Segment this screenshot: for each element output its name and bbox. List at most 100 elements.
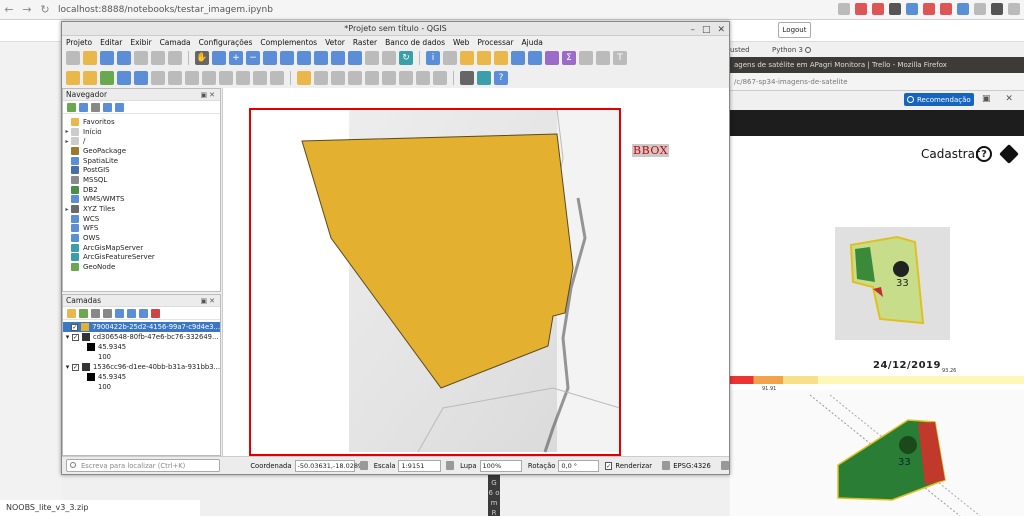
identify-icon[interactable]: i [426,51,440,65]
magnifier-field[interactable]: 100% [479,459,522,472]
action-icon[interactable] [443,51,457,65]
move-label-icon[interactable] [348,71,362,85]
zoom-layer-icon[interactable] [297,51,311,65]
pan-to-selection-icon[interactable] [212,51,226,65]
crs-icon[interactable] [662,461,671,470]
toggle-extents-icon[interactable] [359,461,368,470]
messages-icon[interactable] [720,461,729,470]
crs-label[interactable]: EPSG:4326 [673,462,711,470]
extension-icon[interactable] [889,3,901,15]
expand-arrow-icon[interactable]: ▸ [63,206,71,213]
coordinate-field[interactable]: -50.03631,-18.02899 [294,459,366,472]
expand-arrow-icon[interactable]: ▸ [63,138,71,145]
layer-item[interactable]: ▾ ✓ cd306548-80fb-47e6-bc76-332649... [63,332,220,342]
diagram-icon[interactable] [416,71,430,85]
navigator-item[interactable]: MSSQL [63,175,220,185]
navigator-item[interactable]: ArcGisMapServer [63,243,220,253]
layer-item[interactable]: ✓ 7900422b-25d2-4156-99a7-c9d4e3... [63,322,220,332]
new-project-icon[interactable] [66,51,80,65]
current-edits-icon[interactable] [66,71,80,85]
style-manager-icon[interactable] [168,51,182,65]
delete-selected-icon[interactable] [185,71,199,85]
layer-style-icon[interactable] [67,308,76,318]
toggle-editing-icon[interactable] [83,71,97,85]
menu-complementos[interactable]: Complementos [260,38,317,47]
expand-arrow-icon[interactable]: ▾ [63,333,72,341]
download-file[interactable]: NOOBS_lite_v3_3.zip [6,503,88,512]
pan-icon[interactable]: ✋ [195,51,209,65]
extension-icon[interactable] [974,3,986,15]
navigator-item[interactable]: SpatiaLite [63,156,220,166]
info-icon[interactable] [115,102,124,112]
firefox-toolbar-icons[interactable]: ▣ ✕ [982,94,1019,104]
lock-scale-icon[interactable] [445,461,455,470]
navigator-item[interactable]: Favoritos [63,117,220,127]
temporal-controller-icon[interactable] [382,51,396,65]
remove-layer-icon[interactable] [151,308,160,318]
print-layout-icon[interactable] [134,51,148,65]
url-text[interactable]: localhost:8888/notebooks/testar_imagem.i… [58,5,273,15]
pin-labels-icon[interactable] [314,71,328,85]
filter-legend-icon[interactable] [103,308,112,318]
undo-icon[interactable] [253,71,267,85]
add-group-icon[interactable] [79,308,88,318]
menu-web[interactable]: Web [453,38,469,47]
help-contents-icon[interactable]: ? [494,71,508,85]
navigator-item[interactable]: WMS/WMTS [63,195,220,205]
back-icon[interactable]: ← [0,3,18,16]
menu-ajuda[interactable]: Ajuda [522,38,543,47]
toolbox-icon[interactable] [545,51,559,65]
menu-projeto[interactable]: Projeto [66,38,92,47]
maximize-icon[interactable]: □ [702,23,711,37]
expand-all-icon[interactable] [127,308,136,318]
scale-field[interactable]: 1:9151 [398,459,441,472]
expand-arrow-icon[interactable]: ▾ [63,363,72,371]
forward-icon[interactable]: → [18,3,36,16]
text-annotation-icon[interactable]: T [613,51,627,65]
navigator-item[interactable]: OWS [63,233,220,243]
extension-icon[interactable] [872,3,884,15]
show-labels-icon[interactable] [331,71,345,85]
firefox-url[interactable]: /c/867-sp34-imagens-de-satelite [734,78,848,86]
collapse-all-icon[interactable] [139,308,148,318]
close-icon[interactable]: ✕ [717,23,725,37]
navigator-item[interactable]: WFS [63,224,220,234]
filter-icon[interactable] [91,102,100,112]
measure-icon[interactable] [579,51,593,65]
filter-expression-icon[interactable] [115,308,124,318]
zoom-next-icon[interactable] [348,51,362,65]
zoom-full-icon[interactable] [263,51,277,65]
navigator-item[interactable]: DB2 [63,185,220,195]
menu-processar[interactable]: Processar [477,38,513,47]
plugin-icon[interactable] [460,71,474,85]
layer-visibility-checkbox[interactable]: ✓ [71,363,79,371]
menu-vetor[interactable]: Vetor [325,38,345,47]
bookmark-icon[interactable] [838,3,850,15]
layout-manager-icon[interactable] [151,51,165,65]
zoom-in-icon[interactable]: + [229,51,243,65]
python-console-icon[interactable] [477,71,491,85]
cut-features-icon[interactable] [202,71,216,85]
select-by-value-icon[interactable] [477,51,491,65]
rotation-field[interactable]: 0,0 ° [558,459,599,472]
move-diagram-icon[interactable] [433,71,447,85]
deselect-icon[interactable] [494,51,508,65]
add-item-icon[interactable] [67,102,76,112]
open-project-icon[interactable] [83,51,97,65]
zoom-native-icon[interactable] [314,51,328,65]
refresh-icon[interactable] [79,102,88,112]
paste-features-icon[interactable] [236,71,250,85]
avatar[interactable] [991,3,1003,15]
rotate-label-icon[interactable] [365,71,379,85]
help-icon[interactable]: ? [976,146,992,162]
copy-features-icon[interactable] [219,71,233,85]
vertex-tool-icon[interactable] [151,71,165,85]
refresh-icon[interactable]: ↻ [399,51,413,65]
save-project-icon[interactable] [100,51,114,65]
minimize-icon[interactable]: – [690,23,695,37]
digitize-icon[interactable] [100,71,114,85]
label-tool-icon[interactable] [297,71,311,85]
extension-icon[interactable] [923,3,935,15]
navigator-item[interactable]: ▸ / [63,136,220,146]
cadastrar-link[interactable]: Cadastrar [921,147,980,161]
